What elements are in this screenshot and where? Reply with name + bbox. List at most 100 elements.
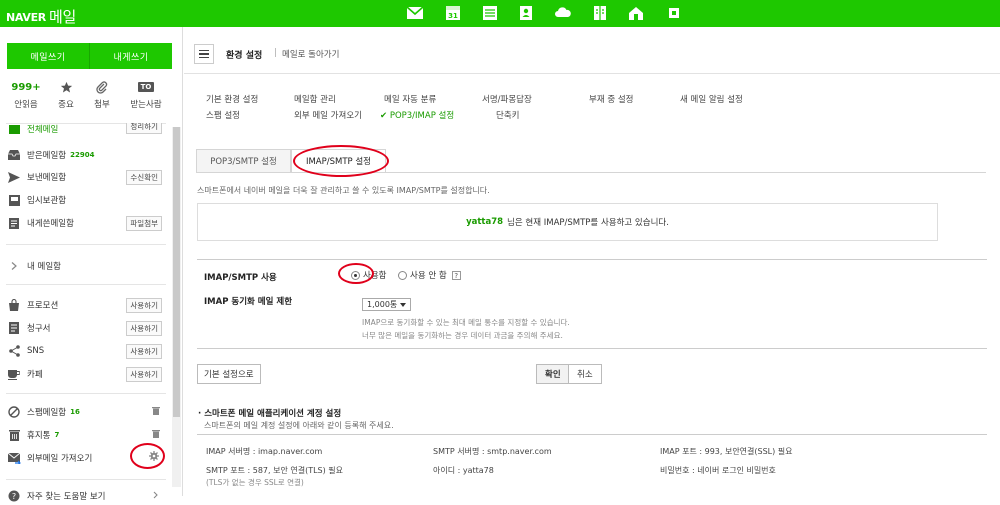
link-basic-settings[interactable]: 기본 환경 설정 bbox=[206, 93, 258, 105]
folder-sns-label: SNS bbox=[27, 346, 45, 356]
radio-not-use-button[interactable] bbox=[398, 270, 407, 280]
calendar-icon[interactable]: 31 bbox=[444, 4, 462, 22]
folder-all[interactable]: 전체메일 정리하기 bbox=[7, 123, 162, 135]
coffee-cup-icon bbox=[7, 367, 21, 381]
logo-brand: NAVER bbox=[6, 11, 46, 24]
link-auto-filter[interactable]: 메일 자동 분류 bbox=[384, 93, 436, 105]
folder-cafe[interactable]: 카페 사용하기 bbox=[7, 365, 162, 383]
folder-bill[interactable]: 청구서 사용하기 bbox=[7, 319, 162, 337]
chevron-right-icon bbox=[7, 259, 21, 273]
list-icon[interactable] bbox=[481, 4, 499, 22]
imap-server: IMAP 서버명 : imap.naver.com bbox=[206, 447, 323, 456]
sender-filter[interactable]: TO 받는사람 bbox=[126, 79, 166, 110]
page-title: 환경 설정 bbox=[226, 51, 263, 61]
help-icon[interactable]: ? bbox=[451, 270, 461, 280]
help-link[interactable]: ? 자주 찾는 도움말 보기 bbox=[7, 487, 162, 505]
imap-settings-form: IMAP/SMTP 사용 사용함 사용 안 함 ? IMAP 동기화 메일 제한… bbox=[197, 259, 987, 349]
empty-trash-icon[interactable] bbox=[152, 429, 160, 441]
link-new-mail-notify[interactable]: 새 메일 알림 설정 bbox=[680, 93, 743, 105]
menu-button[interactable] bbox=[194, 44, 214, 64]
empty-spam-icon[interactable] bbox=[152, 406, 160, 418]
folder-sns[interactable]: SNS 사용하기 bbox=[7, 342, 162, 360]
folder-trash[interactable]: 휴지통 7 bbox=[7, 426, 162, 444]
link-pop3-imap[interactable]: ✔ POP3/IMAP 설정 bbox=[380, 109, 454, 121]
bill-use-button[interactable]: 사용하기 bbox=[126, 321, 162, 336]
folder-drafts[interactable]: 임시보관함 bbox=[7, 191, 162, 209]
sidebar: 메일쓰기 내게쓰기 999+ 안읽음 중요 첨부 TO 받는사람 전체메일 정리… bbox=[0, 27, 183, 502]
breadcrumb-separator: | bbox=[274, 48, 278, 58]
tab-underline bbox=[196, 172, 986, 173]
link-spam-settings[interactable]: 스팸 설정 bbox=[206, 109, 240, 121]
compose-button[interactable]: 메일쓰기 bbox=[7, 43, 89, 69]
app-settings-desc: 스마트폰의 메일 계정 설정에 아래와 같이 등록해 주세요. bbox=[204, 421, 394, 430]
radio-not-use[interactable]: 사용 안 함 ? bbox=[398, 269, 461, 281]
more-apps-icon[interactable] bbox=[665, 4, 683, 22]
attachment-filter[interactable]: 첨부 bbox=[82, 79, 122, 110]
back-to-mail-link[interactable]: 메일로 돌아가기 bbox=[282, 48, 339, 60]
settings-main: 환경 설정 | 메일로 돌아가기 기본 환경 설정 메일함 관리 메일 자동 분… bbox=[184, 27, 1000, 496]
sidebar-scrollbar[interactable] bbox=[172, 127, 181, 487]
folder-cafe-label: 카페 bbox=[27, 370, 43, 380]
promo-use-button[interactable]: 사용하기 bbox=[126, 298, 162, 313]
folder-self[interactable]: 내게쓴메일함 파일첨부 bbox=[7, 214, 162, 232]
self-compose-button[interactable]: 내게쓰기 bbox=[89, 43, 172, 69]
folder-self-label: 내게쓴메일함 bbox=[27, 219, 74, 229]
link-shortcuts[interactable]: 단축키 bbox=[496, 109, 519, 121]
gear-icon[interactable] bbox=[149, 451, 159, 464]
cloud-icon[interactable] bbox=[554, 4, 572, 22]
radio-use[interactable]: 사용함 bbox=[351, 269, 386, 281]
folder-sent[interactable]: 보낸메일함 수신확인 bbox=[7, 168, 162, 186]
smtp-server: SMTP 서버명 : smtp.naver.com bbox=[433, 447, 552, 456]
my-folders[interactable]: 내 메일함 bbox=[7, 257, 162, 275]
my-folders-label: 내 메일함 bbox=[27, 262, 61, 272]
top-bar: NAVER 메일 31 bbox=[0, 0, 1000, 27]
inbox-count: 22904 bbox=[70, 151, 95, 159]
divider bbox=[6, 244, 166, 245]
chevron-right-icon bbox=[153, 491, 158, 502]
reset-default-button[interactable]: 기본 설정으로 bbox=[197, 364, 261, 384]
home-icon[interactable] bbox=[627, 4, 645, 22]
memo-icon[interactable] bbox=[591, 4, 609, 22]
section-divider bbox=[197, 434, 987, 435]
svg-text:?: ? bbox=[12, 492, 16, 501]
folder-external-label: 외부메일 가져오기 bbox=[27, 454, 93, 464]
link-external-mail[interactable]: 외부 메일 가져오기 bbox=[294, 109, 362, 121]
smtp-port-note: (TLS가 없는 경우 SSL로 연결) bbox=[206, 478, 304, 487]
link-folder-management[interactable]: 메일함 관리 bbox=[294, 93, 336, 105]
naver-mail-logo[interactable]: NAVER 메일 bbox=[6, 5, 76, 26]
attach-file-button[interactable]: 파일첨부 bbox=[126, 216, 162, 231]
cafe-use-button[interactable]: 사용하기 bbox=[126, 367, 162, 382]
divider bbox=[6, 479, 166, 480]
unread-filter[interactable]: 999+ 안읽음 bbox=[6, 79, 46, 111]
draft-icon bbox=[7, 193, 21, 207]
question-circle-icon: ? bbox=[7, 489, 21, 503]
imap-port: IMAP 포트 : 993, 보안연결(SSL) 필요 bbox=[660, 447, 793, 456]
folder-spam[interactable]: 스팸메일함 16 bbox=[7, 403, 162, 421]
quick-filters: 999+ 안읽음 중요 첨부 TO 받는사람 bbox=[0, 79, 183, 119]
read-receipt-button[interactable]: 수신확인 bbox=[126, 170, 162, 185]
folder-promo-label: 프로모션 bbox=[27, 301, 59, 311]
link-signature[interactable]: 서명/파몽답장 bbox=[482, 93, 532, 105]
folder-external[interactable]: 외부메일 가져오기 bbox=[7, 449, 162, 467]
link-absence[interactable]: 부재 중 설정 bbox=[589, 93, 634, 105]
folder-inbox[interactable]: 받은메일함 22904 bbox=[7, 146, 162, 164]
paperclip-icon bbox=[82, 79, 122, 95]
tab-imap-smtp[interactable]: IMAP/SMTP 설정 bbox=[291, 149, 386, 173]
user-id-row: 아이디 : yatta78 bbox=[433, 466, 494, 475]
cancel-button[interactable]: 취소 bbox=[568, 364, 602, 384]
folder-trash-label: 휴지통 bbox=[27, 431, 51, 441]
sns-use-button[interactable]: 사용하기 bbox=[126, 344, 162, 359]
important-filter[interactable]: 중요 bbox=[46, 79, 86, 110]
folder-inbox-label: 받은메일함 bbox=[27, 151, 67, 161]
sync-limit-select[interactable]: 1,000통 bbox=[362, 298, 412, 311]
bill-icon bbox=[7, 321, 21, 335]
contacts-icon[interactable] bbox=[517, 4, 535, 22]
mail-icon[interactable] bbox=[406, 4, 424, 22]
confirm-button[interactable]: 확인 bbox=[536, 364, 570, 384]
tab-pop3-smtp[interactable]: POP3/SMTP 설정 bbox=[196, 149, 291, 173]
folder-promo[interactable]: 프로모션 사용하기 bbox=[7, 296, 162, 314]
sidebar-scroll-thumb[interactable] bbox=[173, 127, 180, 417]
imap-status-box: yatta78 님은 현재 IMAP/SMTP를 사용하고 있습니다. bbox=[197, 203, 938, 241]
radio-use-button[interactable] bbox=[351, 270, 360, 280]
organize-button[interactable]: 정리하기 bbox=[126, 123, 162, 134]
